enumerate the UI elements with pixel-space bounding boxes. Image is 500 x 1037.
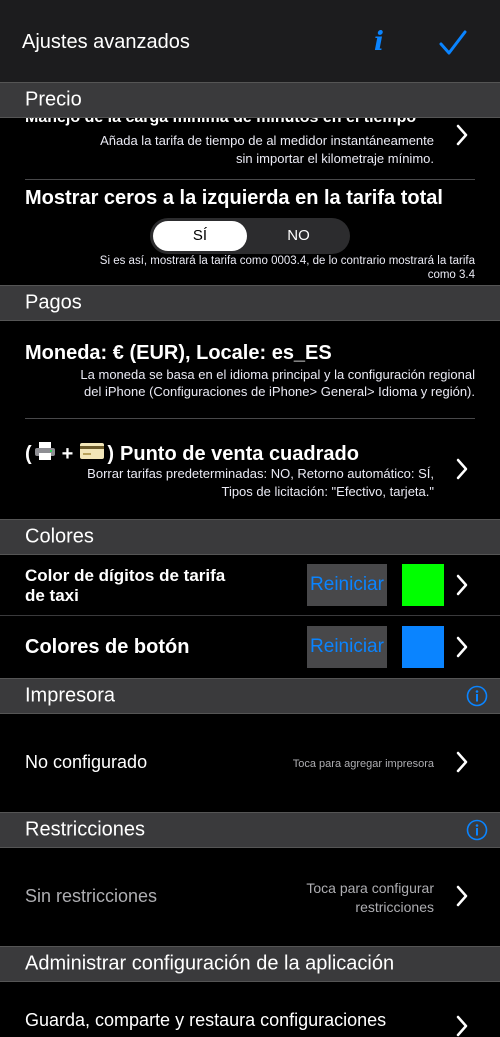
segment-no[interactable]: NO [250,221,347,251]
section-title: Precio [25,88,82,111]
chevron-right-icon [456,458,468,480]
leading-zeros-desc-2: como 3.4 [427,269,475,281]
section-title: Impresora [25,684,116,707]
label-line-2: de taxi [25,586,79,605]
info-circle-icon[interactable] [466,685,488,707]
printer-status: No configurado [25,752,148,772]
currency-desc-2: del iPhone (Configuraciones de iPhone> G… [84,384,475,399]
restrictions-status: Sin restricciones [25,886,158,906]
credit-card-icon [79,441,105,467]
info-icon[interactable]: i [374,27,384,57]
plus-sign: + [61,442,74,465]
chevron-right-icon [456,751,468,773]
reset-button-color-button[interactable]: Reiniciar [307,626,387,668]
square-pos-desc-2: Tipos de licitación: "Efectivo, tarjeta.… [221,484,434,499]
chevron-right-icon [456,1015,468,1037]
square-pos-title: ( + ) Punto de venta cuadrado [25,441,359,467]
section-header-administrar: Administrar configuración de la aplicaci… [0,946,500,982]
square-pos-desc-1: Borrar tarifas predeterminadas: NO, Reto… [87,466,434,481]
chevron-right-icon [456,574,468,596]
section-header-restricciones: Restricciones [0,812,500,848]
hint-line-2: restricciones [355,899,434,915]
printer-hint: Toca para agregar impresora [292,758,434,770]
leading-zeros-desc-1: Si es así, mostrará la tarifa como 0003.… [99,255,475,267]
section-header-impresora: Impresora [0,678,500,714]
manage-config-label: Guarda, comparte y restaura configuracio… [25,1010,387,1030]
segment-yes[interactable]: SÍ [153,221,247,251]
divider [0,615,500,616]
divider [25,418,475,419]
open-paren: ( [25,442,32,465]
section-title: Restricciones [25,818,146,841]
nav-bar: Ajustes avanzados i [0,0,500,82]
currency-desc-1: La moneda se basa en el idioma principal… [80,367,475,382]
restrictions-hint: Toca para configurar restricciones [306,879,434,917]
min-charge-desc-1: Añada la tarifa de tiempo de al medidor … [100,133,434,148]
taxi-digit-color-swatch[interactable] [402,564,444,606]
leading-zeros-title: Mostrar ceros a la izquierda en la tarif… [25,187,443,209]
min-charge-desc-2: sin importar el kilometraje mínimo. [236,151,434,166]
chevron-right-icon [456,124,468,146]
hint-line-1: Toca para configurar [306,880,434,896]
leading-zeros-segmented-control[interactable]: SÍ NO [150,218,350,254]
label-line-1: Color de dígitos de tarifa [25,566,226,585]
section-title: Pagos [25,291,82,314]
section-header-colores: Colores [0,519,500,555]
button-color-label: Colores de botón [25,636,190,658]
button-color-swatch[interactable] [402,626,444,668]
section-title: Administrar configuración de la aplicaci… [25,952,395,975]
page-title: Ajustes avanzados [22,31,190,53]
square-pos-label: Punto de venta cuadrado [120,442,359,465]
reset-taxi-digit-color-button[interactable]: Reiniciar [307,564,387,606]
section-header-precio: Precio [0,82,500,118]
taxi-digit-color-label: Color de dígitos de tarifa de taxi [25,566,225,606]
checkmark-icon[interactable] [438,28,468,58]
currency-title: Moneda: € (EUR), Locale: es_ES [25,342,332,364]
divider [25,179,475,180]
section-title: Colores [25,525,94,548]
printer-icon [34,441,56,467]
info-circle-icon[interactable] [466,819,488,841]
chevron-right-icon [456,885,468,907]
chevron-right-icon [456,636,468,658]
section-header-pagos: Pagos [0,285,500,321]
close-paren: ) [107,442,115,465]
